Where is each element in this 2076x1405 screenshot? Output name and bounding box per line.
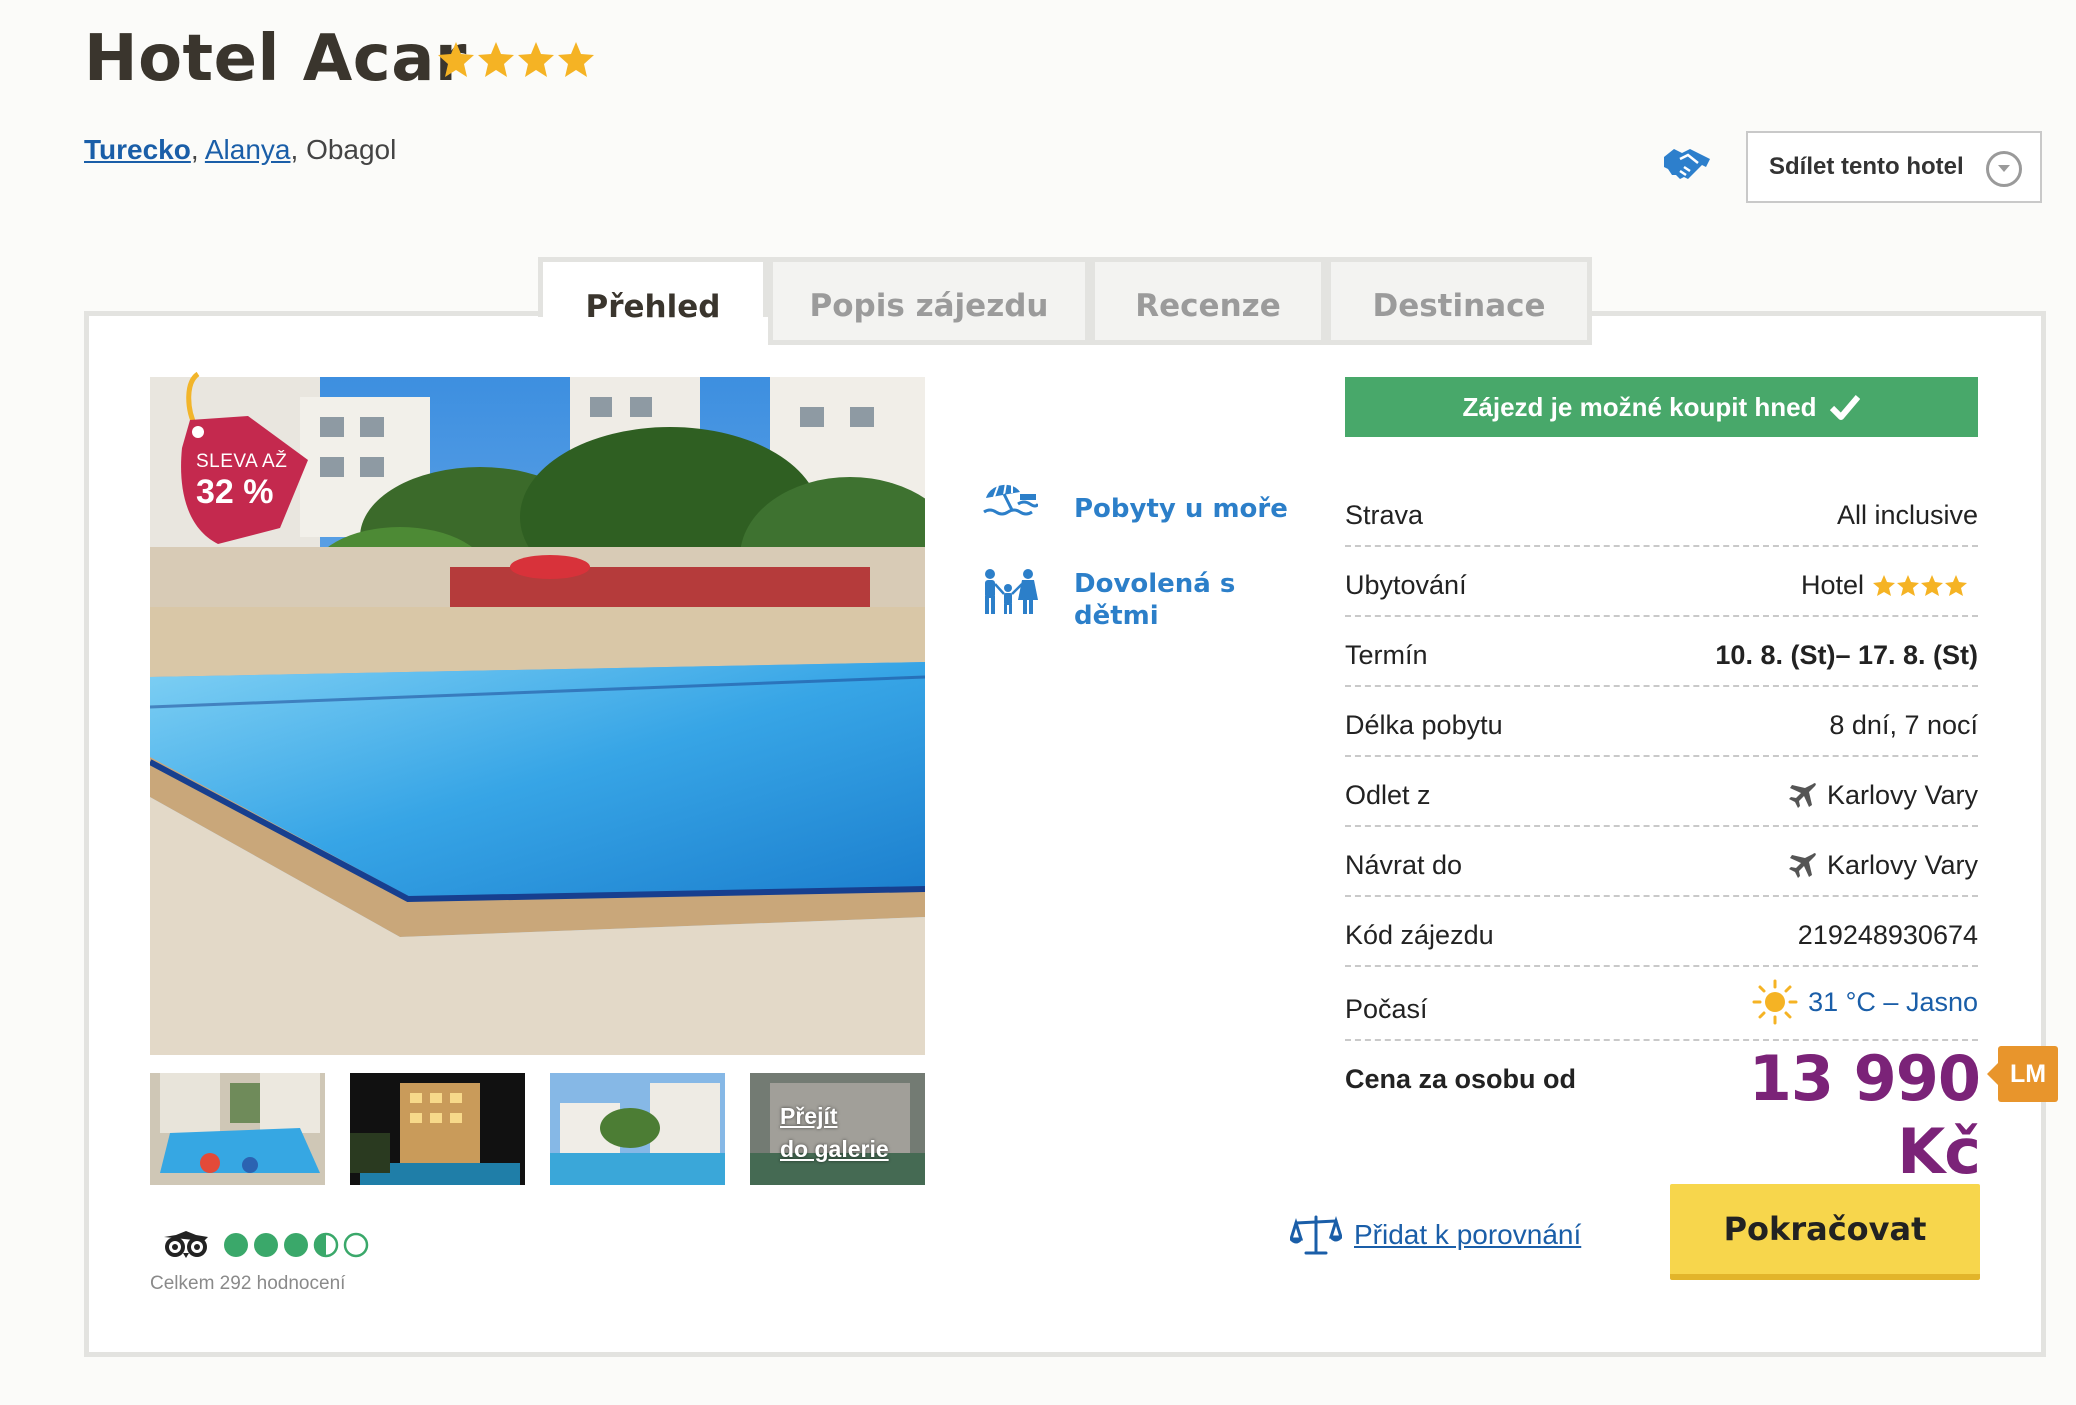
term-value: 10. 8. (St)– 17. 8. (St)	[1715, 640, 1978, 670]
continue-button[interactable]: Pokračovat	[1670, 1184, 1980, 1280]
accommodation-value: Hotel	[1801, 570, 1978, 601]
code-label: Kód zájezdu	[1345, 920, 1494, 950]
breadcrumb-country-link[interactable]: Turecko	[84, 134, 191, 165]
star-icon	[1945, 574, 1967, 596]
airplane-icon	[1788, 852, 1816, 878]
star-icon	[558, 42, 594, 77]
info-row-code: Kód zájezdu 219248930674	[1345, 897, 1978, 967]
discount-line2: 32 %	[196, 473, 274, 511]
checkmark-icon	[1830, 395, 1861, 420]
info-row-accommodation: Ubytování Hotel	[1345, 547, 1978, 617]
rating-bubble-empty-icon	[343, 1232, 369, 1258]
hotel-stars	[436, 40, 596, 85]
star-icon	[1921, 574, 1943, 596]
weather-value[interactable]: 31 °C – Jasno	[1752, 979, 1978, 1025]
scales-icon	[1290, 1215, 1342, 1255]
length-label: Délka pobytu	[1345, 710, 1503, 740]
price-value: 13 990 Kč	[1748, 1042, 1981, 1188]
tripadvisor-owl-icon	[162, 1231, 210, 1264]
last-minute-badge: LM	[1987, 1046, 2058, 1102]
rating-bubble-full-icon	[254, 1233, 278, 1257]
code-value: 219248930674	[1797, 920, 1978, 950]
weather-label: Počasí	[1345, 994, 1428, 1024]
airplane-icon	[1788, 782, 1816, 808]
share-hotel-button[interactable]: Sdílet tento hotel	[1746, 131, 2042, 203]
rating-bubble-half-icon	[313, 1232, 339, 1258]
info-row-return: Návrat do Karlovy Vary	[1345, 827, 1978, 897]
breadcrumb-city-link[interactable]: Alanya	[205, 134, 291, 165]
compare-label[interactable]: Přidat k porovnání	[1354, 1219, 1581, 1251]
departure-value: Karlovy Vary	[1787, 780, 1978, 811]
star-icon	[518, 42, 554, 77]
info-row-length: Délka pobytu 8 dní, 7 nocí	[1345, 687, 1978, 757]
tab-destination[interactable]: Destinace	[1326, 257, 1592, 345]
share-label: Sdílet tento hotel	[1769, 153, 1964, 180]
beach-umbrella-icon	[982, 478, 1040, 523]
rating-bubble-full-icon	[284, 1233, 308, 1257]
tab-reviews[interactable]: Recenze	[1090, 257, 1326, 345]
star-icon	[1897, 574, 1919, 596]
category-beach-link[interactable]: Pobyty u moře	[1074, 493, 1288, 525]
breadcrumb-area: Obagol	[306, 134, 397, 165]
trip-info-table: Strava All inclusive Ubytování Hotel Ter…	[1345, 477, 1978, 1041]
price-label: Cena za osobu od	[1345, 1064, 1577, 1094]
buy-now-label: Zájezd je možné koupit hned	[1462, 391, 1817, 422]
discount-line1: SLEVA AŽ	[196, 451, 288, 472]
accommodation-type: Hotel	[1800, 570, 1864, 600]
sun-icon	[1752, 979, 1798, 1025]
info-row-weather: Počasí 31 °C – Jasno	[1345, 967, 1978, 1041]
compare-link[interactable]: Přidat k porovnání	[1290, 1213, 1581, 1257]
gallery-thumbnail[interactable]	[350, 1073, 525, 1185]
term-label: Termín	[1345, 640, 1428, 670]
info-row-term: Termín 10. 8. (St)– 17. 8. (St)	[1345, 617, 1978, 687]
buy-now-banner: Zájezd je možné koupit hned	[1345, 377, 1978, 437]
board-value: All inclusive	[1836, 500, 1978, 530]
handshake-icon[interactable]	[1662, 145, 1712, 190]
breadcrumb: Turecko, Alanya, Obagol	[84, 134, 397, 165]
tripadvisor-rating-bubbles	[222, 1231, 374, 1264]
return-label: Návrat do	[1345, 850, 1463, 880]
gallery-link-line2: do galerie	[780, 1136, 889, 1162]
tab-trip-description[interactable]: Popis zájezdu	[768, 257, 1090, 345]
gallery-thumbnail[interactable]	[550, 1073, 725, 1185]
star-icon	[1873, 574, 1895, 596]
info-row-board: Strava All inclusive	[1345, 477, 1978, 547]
open-gallery-link[interactable]: Přejít do galerie	[780, 1100, 889, 1166]
gallery-thumbnail[interactable]	[150, 1073, 325, 1185]
category-family-link[interactable]: Dovolená s dětmi	[1074, 568, 1254, 632]
hotel-title: Hotel Acar	[84, 22, 467, 96]
departure-label: Odlet z	[1345, 780, 1431, 810]
chevron-down-icon	[1986, 151, 2022, 187]
rating-bubble-full-icon	[224, 1233, 248, 1257]
gallery-link-line1: Přejít	[780, 1103, 838, 1129]
return-value: Karlovy Vary	[1787, 850, 1978, 881]
accommodation-label: Ubytování	[1345, 570, 1467, 600]
discount-text: SLEVA AŽ 32 %	[196, 452, 287, 509]
tab-overview[interactable]: Přehled	[538, 257, 768, 325]
hotel-stars	[1873, 574, 1967, 596]
departure-city: Karlovy Vary	[1826, 780, 1978, 810]
return-city: Karlovy Vary	[1826, 850, 1978, 880]
length-value: 8 dní, 7 nocí	[1829, 710, 1978, 740]
review-count: Celkem 292 hodnocení	[150, 1273, 346, 1294]
info-row-departure: Odlet z Karlovy Vary	[1345, 757, 1978, 827]
family-icon	[982, 568, 1038, 621]
star-icon	[478, 42, 514, 77]
star-icon	[438, 42, 474, 77]
weather-text[interactable]: 31 °C – Jasno	[1808, 987, 1978, 1018]
board-label: Strava	[1345, 500, 1424, 530]
